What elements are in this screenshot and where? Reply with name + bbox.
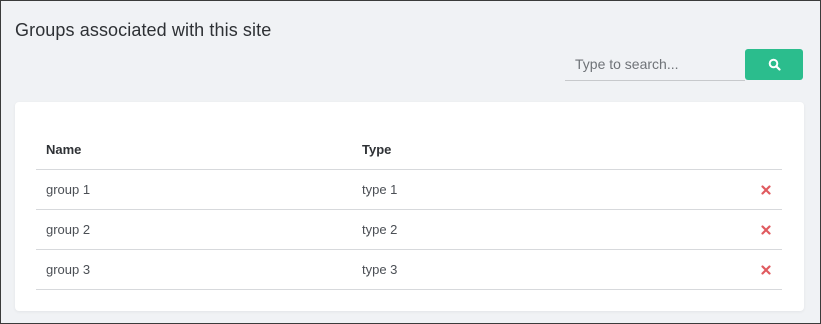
column-header-type: Type: [362, 142, 392, 157]
table-row: group 2 type 2: [36, 210, 782, 250]
group-name-cell: group 3: [46, 262, 91, 277]
group-type-cell: type 1: [362, 182, 398, 197]
search-button[interactable]: [745, 49, 803, 80]
search-icon: [768, 58, 781, 71]
delete-icon[interactable]: [760, 184, 772, 196]
search-input[interactable]: [565, 49, 745, 79]
groups-panel: Groups associated with this site Name Ty…: [0, 0, 821, 324]
table-header-row: Name Type: [36, 130, 782, 170]
search-field[interactable]: [565, 48, 745, 81]
delete-icon[interactable]: [760, 224, 772, 236]
group-name-cell: group 2: [46, 222, 91, 237]
group-name-cell: group 1: [46, 182, 91, 197]
column-header-name: Name: [46, 142, 82, 157]
group-type-cell: type 3: [362, 262, 398, 277]
groups-table: Name Type group 1 type 1 group 2 type 2: [36, 130, 782, 290]
group-type-cell: type 2: [362, 222, 398, 237]
delete-icon[interactable]: [760, 264, 772, 276]
groups-card: Name Type group 1 type 1 group 2 type 2: [15, 102, 804, 311]
table-row: group 1 type 1: [36, 170, 782, 210]
page-title: Groups associated with this site: [15, 20, 272, 40]
table-row: group 3 type 3: [36, 250, 782, 290]
